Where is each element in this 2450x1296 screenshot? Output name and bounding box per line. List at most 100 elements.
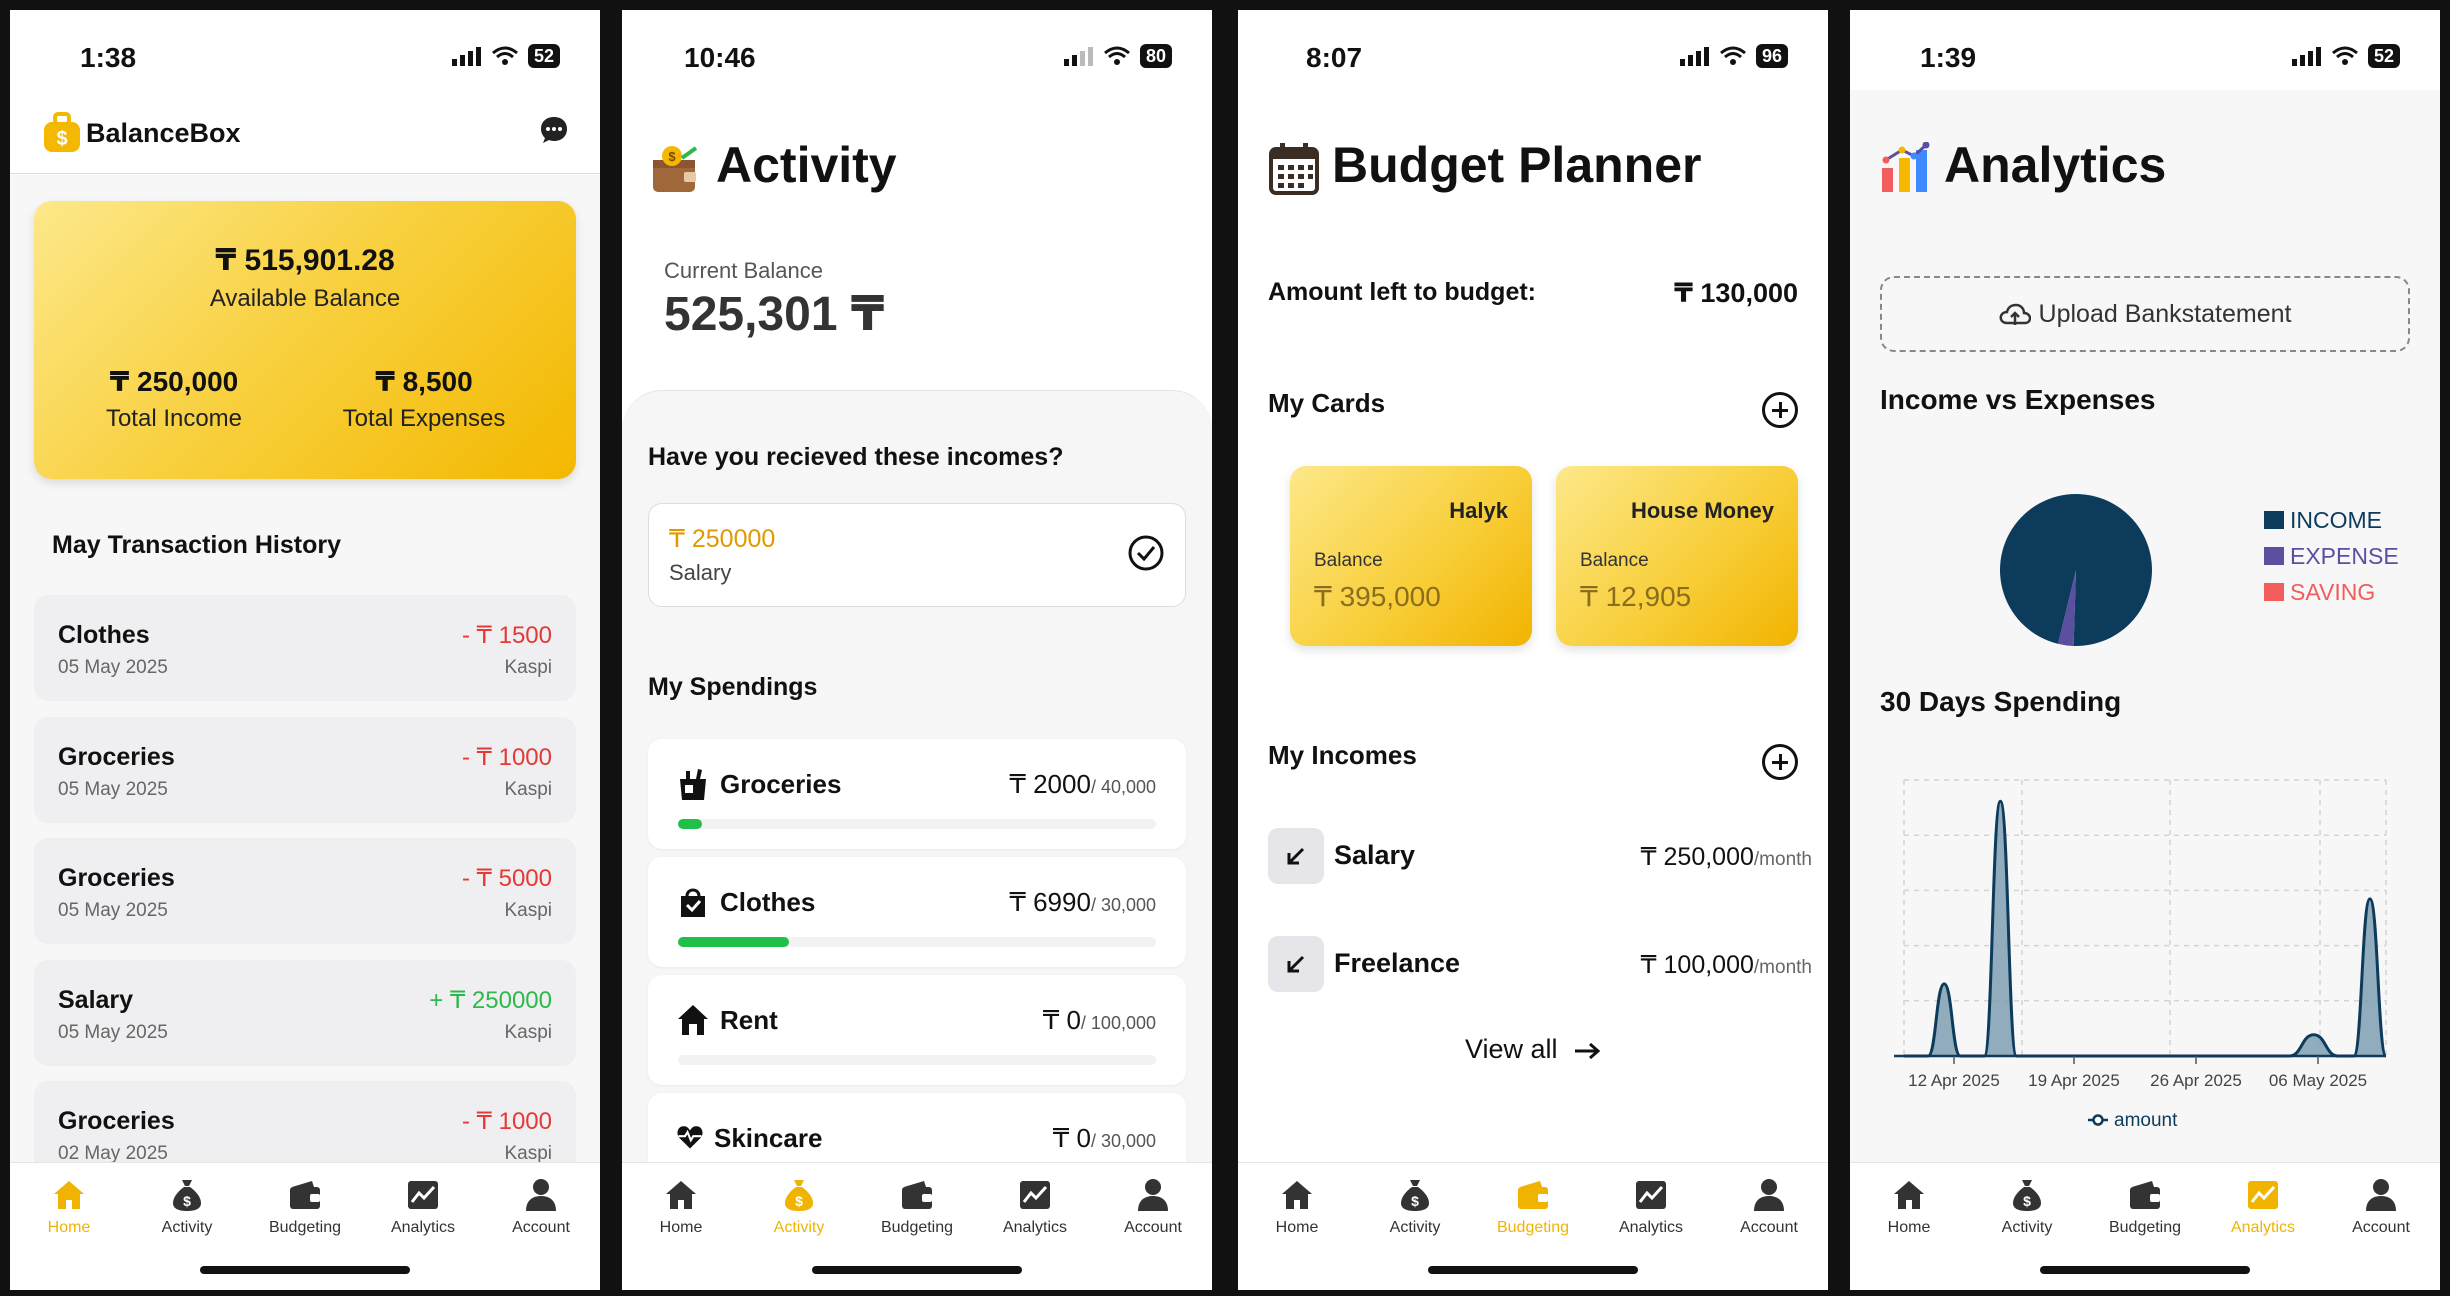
status-icons: 52: [451, 44, 560, 68]
signal-icon: [2291, 47, 2321, 66]
transaction-name: Groceries: [58, 1107, 175, 1135]
transaction-name: Salary: [58, 986, 134, 1014]
tab-account[interactable]: Account: [2326, 1177, 2436, 1290]
home-indicator: [1428, 1266, 1638, 1274]
income-row[interactable]: Freelance ₸ 100,000/month: [1238, 934, 1828, 994]
legend-swatch: [2264, 547, 2284, 565]
budget-screen: 8:07 96 Budget Planner Amount left to bu…: [1238, 10, 1828, 1290]
check-circle-icon[interactable]: [1127, 534, 1165, 572]
tab-account[interactable]: Account: [1098, 1177, 1208, 1290]
bank-card[interactable]: House Money Balance ₸ 12,905: [1556, 466, 1798, 646]
upload-bankstatement-button[interactable]: Upload Bankstatement: [1880, 276, 2410, 352]
transaction-date: 05 May 2025: [58, 1022, 168, 1043]
account-icon: [1754, 1179, 1784, 1211]
spending-card[interactable]: Groceries ₸ 2000/ 40,000: [648, 739, 1186, 849]
spending-card[interactable]: Rent ₸ 0/ 100,000: [648, 975, 1186, 1085]
pending-income-amount: ₸ 250000: [669, 525, 776, 553]
spending-amount: ₸ 0/ 30,000: [1052, 1123, 1156, 1153]
x-tick-label: 19 Apr 2025: [2028, 1071, 2120, 1090]
bank-card[interactable]: Halyk Balance ₸ 395,000: [1290, 466, 1532, 646]
card-name: Halyk: [1449, 498, 1508, 523]
bar-chart-icon: [1882, 142, 1930, 192]
transaction-row[interactable]: Groceries 05 May 2025 - ₸ 1000 Kaspi: [34, 717, 576, 823]
transaction-date: 05 May 2025: [58, 779, 168, 800]
my-incomes-title: My Incomes: [1268, 740, 1417, 770]
transaction-row[interactable]: Clothes 05 May 2025 - ₸ 1500 Kaspi: [34, 595, 576, 701]
wifi-icon: [2332, 46, 2358, 65]
status-time: 10:46: [684, 42, 756, 73]
transaction-row[interactable]: Groceries 02 May 2025 - ₸ 1000 Kaspi: [34, 1081, 576, 1162]
spending-card[interactable]: Clothes ₸ 6990/ 30,000: [648, 857, 1186, 967]
transaction-row[interactable]: Salary 05 May 2025 + ₸ 250000 Kaspi: [34, 960, 576, 1066]
signal-icon: [451, 47, 481, 66]
chart-legend: amount: [2088, 1110, 2178, 1130]
home-icon: [54, 1181, 84, 1209]
page-title: Activity: [716, 137, 897, 193]
x-tick-label: 12 Apr 2025: [1908, 1071, 2000, 1090]
status-time: 8:07: [1306, 42, 1363, 73]
svg-text:$: $: [795, 1193, 803, 1209]
add-card-button[interactable]: [1762, 392, 1798, 428]
available-balance-label: Available Balance: [209, 285, 401, 312]
history-title: May Transaction History: [52, 531, 341, 559]
tab-account[interactable]: Account: [486, 1177, 596, 1290]
transaction-name: Clothes: [58, 621, 150, 649]
add-income-button[interactable]: [1762, 744, 1798, 780]
battery-icon: 80: [1139, 44, 1172, 68]
card-name: House Money: [1630, 498, 1774, 523]
income-expense-pie-chart: INCOME EXPENSE SAVING: [2000, 494, 2399, 646]
home-icon: [666, 1181, 696, 1209]
wallet-icon: [2130, 1181, 2160, 1209]
income-row[interactable]: Salary ₸ 250,000/month: [1238, 826, 1828, 886]
battery-icon: 96: [1755, 44, 1788, 68]
cloud-upload-icon: [1999, 304, 2031, 326]
account-icon: [1138, 1179, 1168, 1211]
spending-name: Clothes: [720, 887, 816, 917]
tab-home[interactable]: Home: [626, 1177, 736, 1290]
analytics-screen: 1:39 52 Analytics Upload Bankstatement I…: [1850, 10, 2440, 1290]
transaction-date: 05 May 2025: [58, 900, 168, 921]
transaction-bank: Kaspi: [504, 657, 552, 678]
status-time: 1:38: [80, 42, 137, 73]
signal-icon: [1063, 47, 1093, 66]
account-icon: [2366, 1179, 2396, 1211]
status-icons: 52: [2291, 44, 2400, 68]
tab-account[interactable]: Account: [1714, 1177, 1824, 1290]
tab-home[interactable]: Home: [1242, 1177, 1352, 1290]
x-tick-label: 26 Apr 2025: [2150, 1071, 2242, 1090]
home-indicator: [2040, 1266, 2250, 1274]
transaction-row[interactable]: Groceries 05 May 2025 - ₸ 5000 Kaspi: [34, 838, 576, 944]
battery-icon: 52: [2367, 44, 2400, 68]
wallet-icon: [1518, 1181, 1548, 1209]
shopping-bag-icon: [681, 888, 705, 917]
pending-income-card[interactable]: ₸ 250000 Salary: [648, 503, 1186, 607]
chat-icon[interactable]: [538, 114, 570, 146]
page-title: Budget Planner: [1332, 137, 1702, 193]
money-bag-logo-icon: $: [44, 112, 80, 152]
spending-name: Groceries: [720, 769, 842, 799]
status-bar: 8:07 96: [1238, 10, 1828, 90]
transaction-date: 02 May 2025: [58, 1143, 168, 1162]
tab-home[interactable]: Home: [1854, 1177, 1964, 1290]
calendar-icon: [1269, 143, 1319, 195]
total-income-value: ₸ 250,000: [109, 366, 239, 397]
tab-home[interactable]: Home: [14, 1177, 124, 1290]
income-amount: ₸ 250,000/month: [1640, 843, 1812, 871]
transaction-date: 05 May 2025: [58, 657, 168, 678]
spending-progress: [678, 937, 1156, 947]
spending-progress: [678, 1055, 1156, 1065]
spending-name: Skincare: [714, 1123, 823, 1153]
legend-label: INCOME: [2290, 507, 2382, 533]
wallet-icon: [290, 1181, 320, 1209]
x-tick-label: 06 May 2025: [2269, 1071, 2367, 1090]
pending-income-name: Salary: [669, 560, 732, 585]
spending-chart-title: 30 Days Spending: [1880, 686, 2122, 717]
spendings-title: My Spendings: [648, 673, 818, 701]
home-body: ₸ 515,901.28 Available Balance ₸ 250,000…: [10, 175, 600, 1162]
spending-progress-fill: [678, 937, 790, 947]
signal-icon: [1679, 47, 1709, 66]
home-indicator: [812, 1266, 1022, 1274]
view-all-link[interactable]: View all: [1238, 1034, 1828, 1065]
battery-icon: 52: [527, 44, 560, 68]
transaction-name: Groceries: [58, 743, 175, 771]
